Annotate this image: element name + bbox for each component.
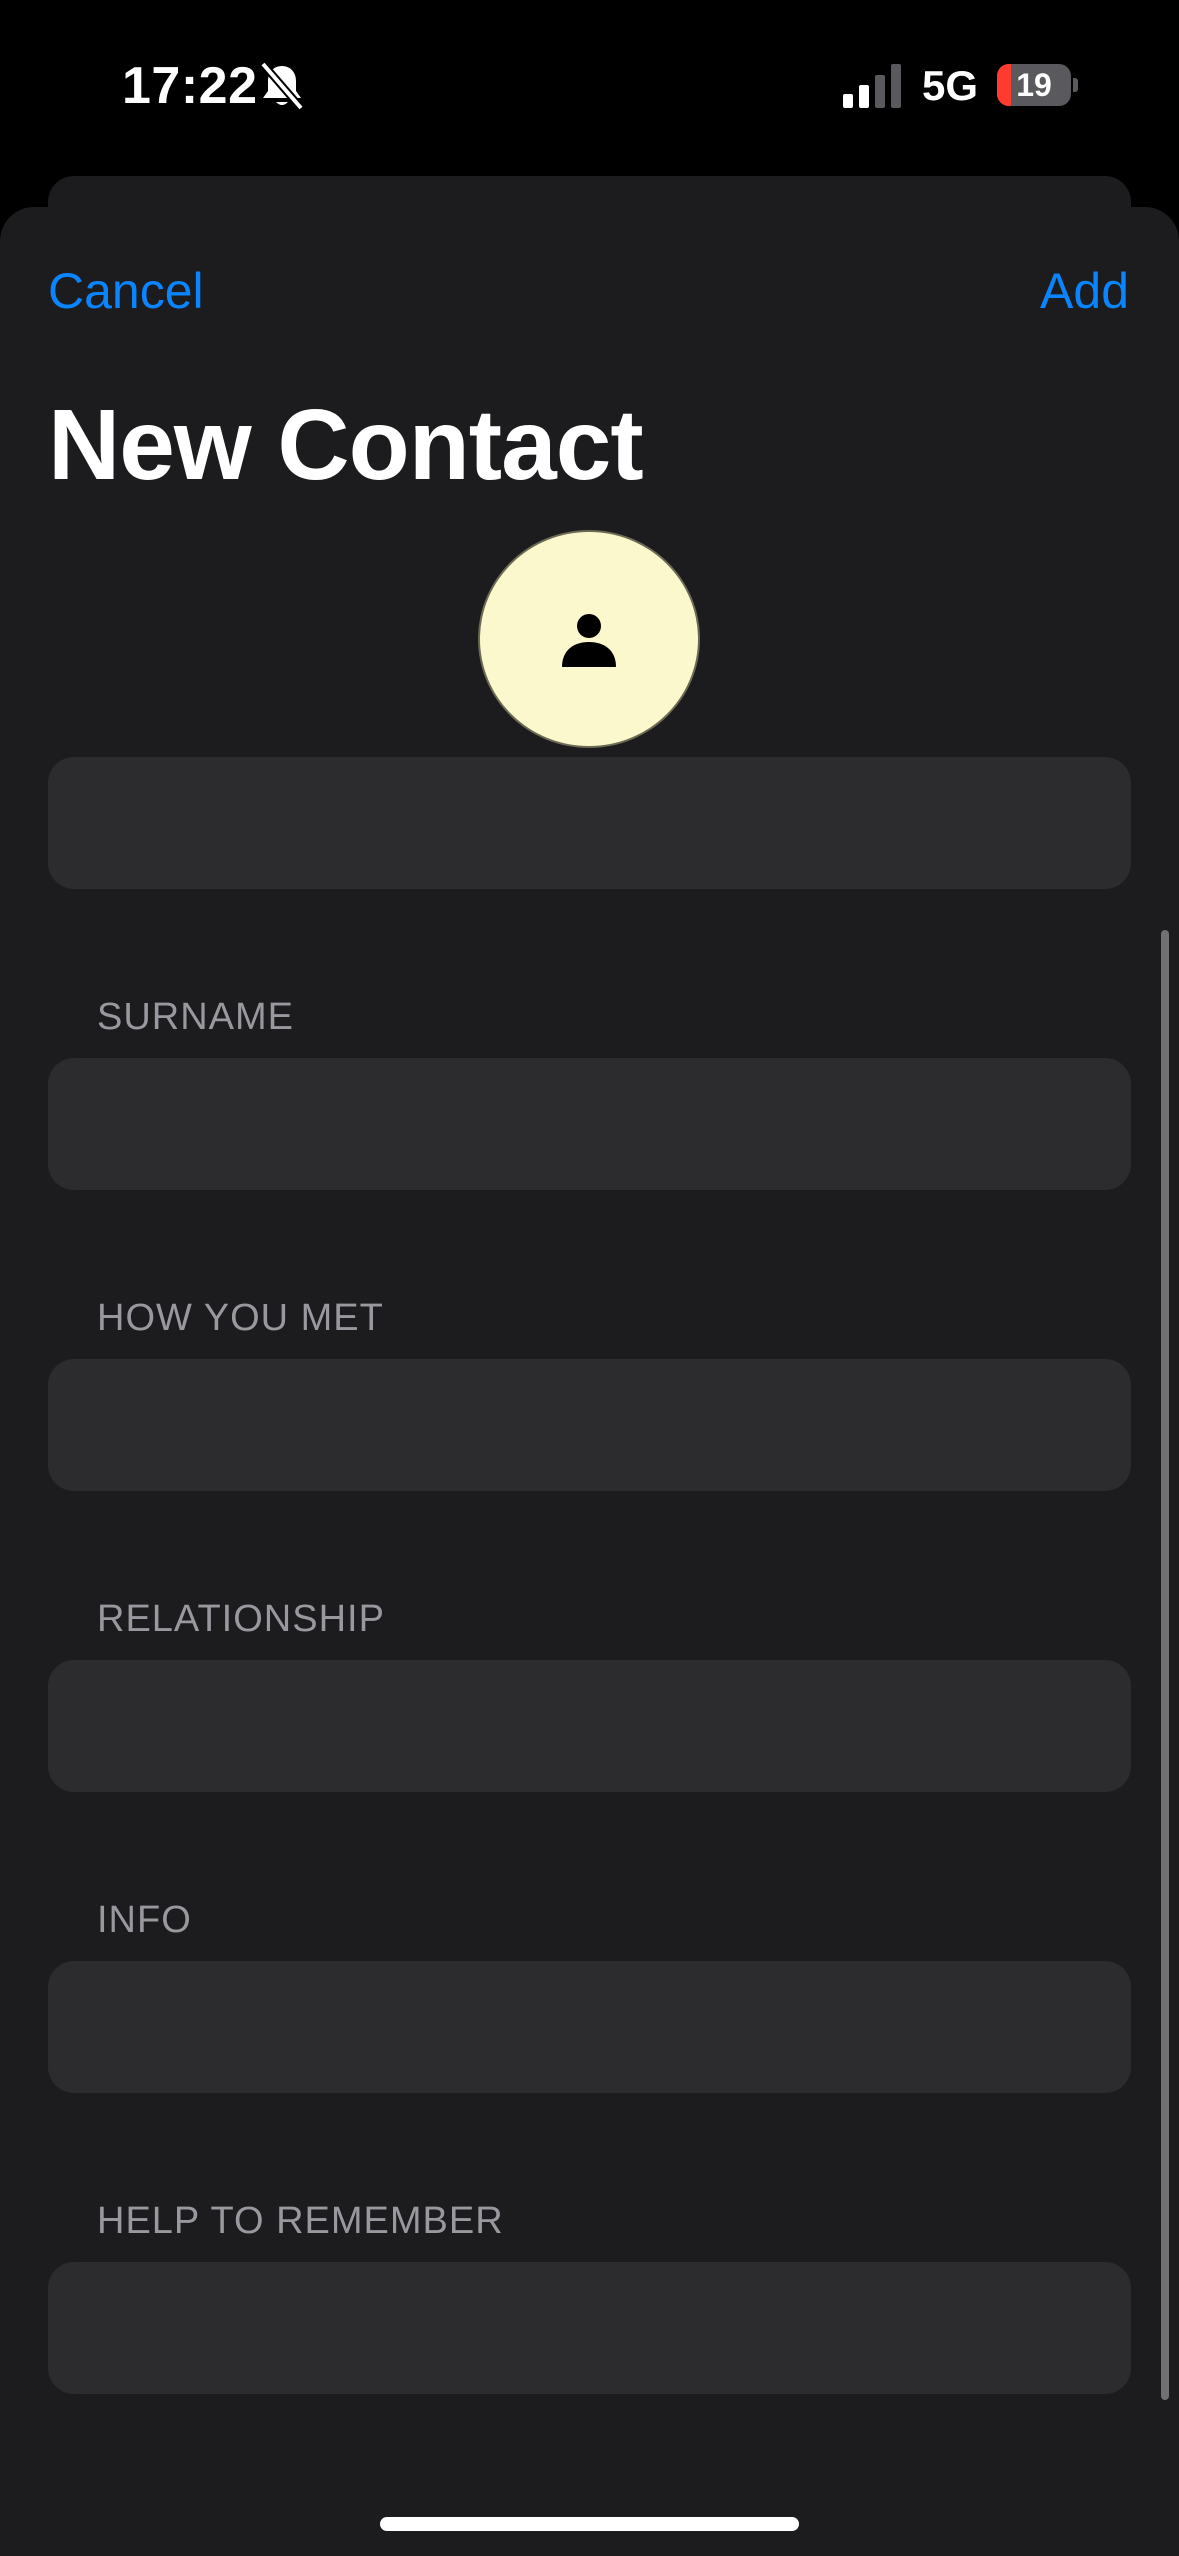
- info-label: INFO: [97, 1899, 192, 1941]
- status-bar: 17:22 5G 19: [0, 0, 1179, 175]
- info-field[interactable]: [48, 1961, 1131, 2093]
- help-to-remember-label: HELP TO REMEMBER: [97, 2200, 504, 2242]
- battery-level: 19: [1016, 67, 1052, 103]
- surname-field[interactable]: [48, 1058, 1131, 1190]
- how-you-met-label: HOW YOU MET: [97, 1297, 384, 1339]
- cancel-button[interactable]: Cancel: [48, 262, 204, 320]
- how-you-met-field[interactable]: [48, 1359, 1131, 1491]
- scrollbar[interactable]: [1161, 930, 1169, 2400]
- relationship-field[interactable]: [48, 1660, 1131, 1792]
- page-title: New Contact: [48, 389, 644, 501]
- name-field[interactable]: [48, 757, 1131, 889]
- surname-label: SURNAME: [97, 996, 295, 1038]
- avatar[interactable]: [478, 530, 700, 748]
- network-type: 5G: [922, 62, 979, 109]
- add-button[interactable]: Add: [1040, 262, 1129, 320]
- person-icon: [562, 614, 616, 667]
- relationship-label: RELATIONSHIP: [97, 1598, 385, 1640]
- cellular-signal-icon: [843, 64, 901, 108]
- bell-slash-icon: [259, 61, 305, 111]
- battery-icon: 19: [997, 64, 1078, 106]
- status-time: 17:22: [122, 57, 258, 115]
- home-indicator[interactable]: [380, 2517, 799, 2531]
- help-to-remember-field[interactable]: [48, 2262, 1131, 2394]
